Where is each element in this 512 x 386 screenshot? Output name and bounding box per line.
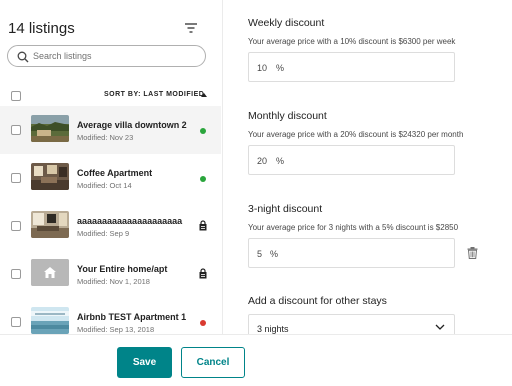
search-icon xyxy=(17,51,29,63)
status-dot-listed xyxy=(200,128,206,134)
chevron-down-icon xyxy=(435,324,445,330)
monthly-discount-hint: Your average price with a 20% discount i… xyxy=(248,130,464,139)
three-night-discount-heading: 3-night discount xyxy=(248,203,323,215)
listing-checkbox[interactable] xyxy=(11,125,21,135)
lock-icon xyxy=(199,220,207,231)
search-box xyxy=(7,45,206,67)
listing-name[interactable]: Airbnb TEST Apartment 1 xyxy=(77,312,186,322)
listing-modified: Modified: Nov 1, 2018 xyxy=(77,277,150,286)
list-item[interactable]: aaaaaaaaaaaaaaaaaaaaa Modified: Sep 9 xyxy=(0,202,221,250)
listings-panel: 14 listings SORT BY: LAST MODIFIED xyxy=(0,0,222,334)
listing-modified: Modified: Sep 13, 2018 xyxy=(77,325,155,334)
status-dot-listed xyxy=(200,176,206,182)
monthly-discount-heading: Monthly discount xyxy=(248,110,327,122)
monthly-discount-section: Monthly discount Your average price with… xyxy=(248,110,463,139)
search-input[interactable] xyxy=(33,48,198,64)
weekly-discount-hint: Your average price with a 10% discount i… xyxy=(248,37,456,46)
listing-checkbox[interactable] xyxy=(11,221,21,231)
listing-name[interactable]: aaaaaaaaaaaaaaaaaaaaa xyxy=(77,216,182,226)
three-night-discount-value: 5 xyxy=(257,249,263,259)
monthly-discount-value: 20 xyxy=(257,156,268,166)
weekly-discount-value: 10 xyxy=(257,63,268,73)
three-night-discount-hint: Your average price for 3 nights with a 5… xyxy=(248,223,459,232)
filter-icon[interactable] xyxy=(184,22,198,34)
list-item[interactable]: Average villa downtown 2 Modified: Nov 2… xyxy=(0,106,221,154)
monthly-percent-unit: % xyxy=(276,156,285,166)
sort-button[interactable]: SORT BY: LAST MODIFIED xyxy=(104,91,204,98)
select-all-checkbox[interactable] xyxy=(11,91,21,101)
three-night-discount-section: 3-night discount Your average price for … xyxy=(248,203,458,232)
listing-modified: Modified: Sep 9 xyxy=(77,229,130,238)
monthly-discount-input[interactable]: 20 % xyxy=(248,145,455,175)
weekly-discount-input[interactable]: 10 % xyxy=(248,52,455,82)
save-button[interactable]: Save xyxy=(117,347,172,378)
discount-settings-panel: Weekly discount Your average price with … xyxy=(222,0,512,334)
weekly-discount-section: Weekly discount Your average price with … xyxy=(248,17,455,46)
home-icon xyxy=(31,259,69,286)
listings-count-title: 14 listings xyxy=(8,20,75,37)
listing-name[interactable]: Average villa downtown 2 xyxy=(77,120,187,130)
listing-checkbox[interactable] xyxy=(11,173,21,183)
lock-icon xyxy=(199,268,207,279)
status-dot-unlisted xyxy=(200,320,206,326)
listing-thumbnail xyxy=(31,259,69,286)
cancel-button[interactable]: Cancel xyxy=(181,347,245,378)
listing-modified: Modified: Nov 23 xyxy=(77,133,134,142)
weekly-percent-unit: % xyxy=(276,63,285,73)
listing-thumbnail xyxy=(31,163,69,190)
list-item[interactable]: Coffee Apartment Modified: Oct 14 xyxy=(0,154,221,202)
listing-thumbnail xyxy=(31,115,69,142)
trash-icon[interactable] xyxy=(467,247,478,259)
listing-thumbnail xyxy=(31,307,69,334)
action-footer: Save Cancel xyxy=(0,334,512,386)
sort-arrow-icon[interactable] xyxy=(201,93,207,97)
list-item[interactable]: Your Entire home/apt Modified: Nov 1, 20… xyxy=(0,250,221,298)
listing-name[interactable]: Coffee Apartment xyxy=(77,168,152,178)
other-stays-selected-value: 3 nights xyxy=(257,324,289,334)
weekly-discount-heading: Weekly discount xyxy=(248,17,325,29)
listing-name[interactable]: Your Entire home/apt xyxy=(77,264,167,274)
three-night-percent-unit: % xyxy=(270,249,279,259)
other-stays-select[interactable]: 3 nights xyxy=(248,314,455,334)
three-night-discount-input[interactable]: 5 % xyxy=(248,238,455,268)
other-stays-section: Add a discount for other stays xyxy=(248,295,387,307)
listing-checkbox[interactable] xyxy=(11,317,21,327)
listing-checkbox[interactable] xyxy=(11,269,21,279)
other-stays-heading: Add a discount for other stays xyxy=(248,295,387,307)
sort-row: SORT BY: LAST MODIFIED xyxy=(0,88,222,104)
listing-thumbnail xyxy=(31,211,69,238)
listing-modified: Modified: Oct 14 xyxy=(77,181,132,190)
